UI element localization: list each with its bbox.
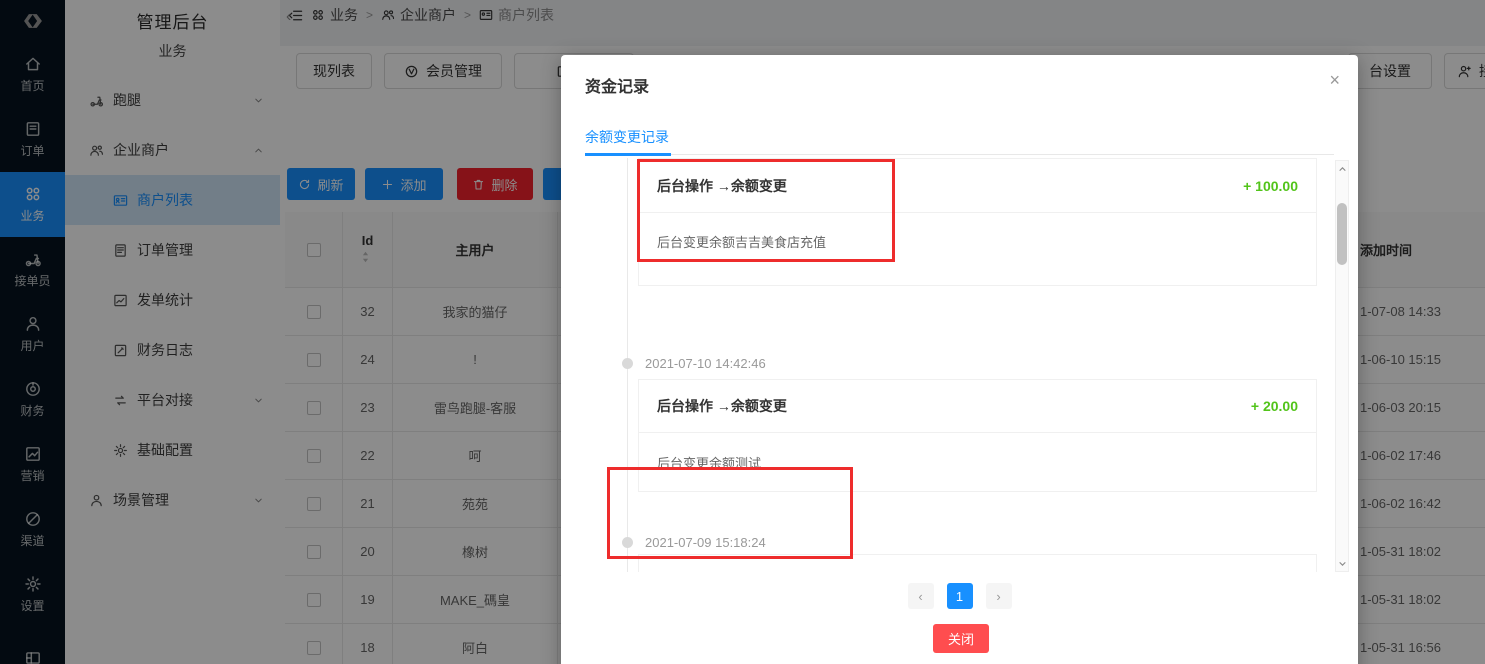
admin-dashboard: 首页 订单 业务 接单员 用户 财务 营销 渠道 — [0, 0, 1485, 664]
record-card: 完成订单 →余额变更 — 9.00 — [638, 554, 1317, 572]
timeline-dot — [622, 358, 633, 369]
record-card: 后台操作 →余额变更 + 100.00 后台变更余额吉吉美食店充值 — [638, 158, 1317, 286]
fund-records-modal: 资金记录 × 余额变更记录 后台操作 →余额变更 + 100.00 后台变更余额… — [561, 55, 1358, 664]
scroll-down-icon[interactable] — [1336, 555, 1348, 571]
record-timestamp: 2021-07-10 14:42:46 — [645, 356, 766, 371]
record-timestamp: 2021-07-09 15:18:24 — [645, 535, 766, 550]
modal-close-button[interactable]: 关闭 — [933, 624, 989, 653]
record-amount: + 20.00 — [1251, 398, 1298, 414]
pagination: ‹ 1 › — [561, 583, 1358, 609]
modal-scrollbar — [1335, 160, 1349, 572]
tab-underline — [585, 154, 1334, 155]
record-description: 后台变更余额测试 — [639, 433, 1316, 491]
record-title: 后台操作 →余额变更 — [657, 176, 787, 196]
close-icon[interactable]: × — [1329, 71, 1340, 89]
modal-title: 资金记录 — [585, 73, 649, 97]
record-title: 后台操作 →余额变更 — [657, 396, 787, 416]
record-amount: + 100.00 — [1243, 178, 1298, 194]
record-title: 完成订单 →余额变更 — [657, 571, 787, 572]
next-page-button[interactable]: › — [986, 583, 1012, 609]
scrollbar-thumb[interactable] — [1337, 203, 1347, 265]
records-scroll-area: 后台操作 →余额变更 + 100.00 后台变更余额吉吉美食店充值 2021-0… — [585, 158, 1334, 572]
tab-underline-active — [585, 153, 671, 156]
prev-page-button[interactable]: ‹ — [908, 583, 934, 609]
scroll-up-icon[interactable] — [1336, 161, 1348, 177]
tab-balance-change-records[interactable]: 余额变更记录 — [585, 127, 669, 147]
timeline-dot — [622, 537, 633, 548]
page-1-button[interactable]: 1 — [947, 583, 973, 609]
record-description: 后台变更余额吉吉美食店充值 — [639, 213, 1316, 269]
record-card: 后台操作 →余额变更 + 20.00 后台变更余额测试 — [638, 379, 1317, 492]
